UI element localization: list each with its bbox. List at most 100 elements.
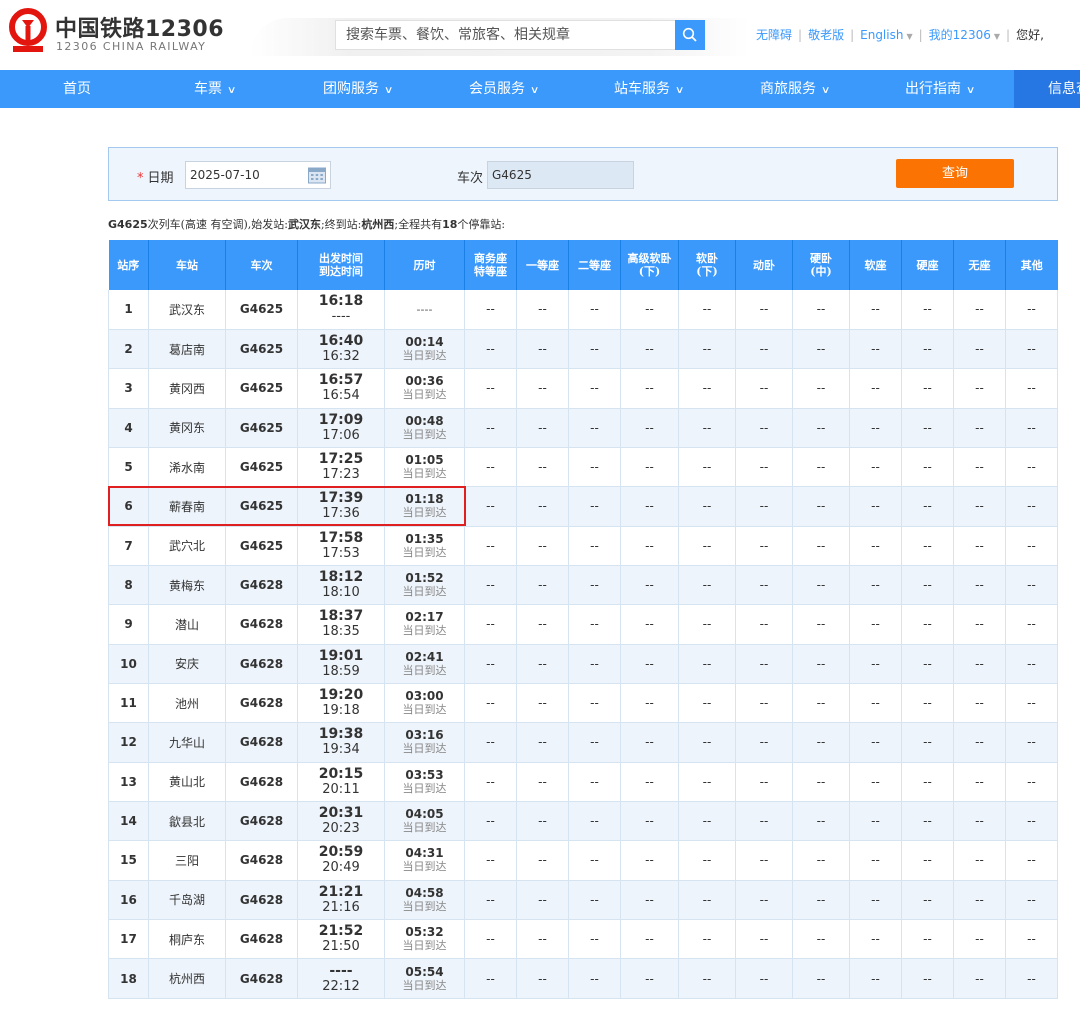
table-row[interactable]: 4 黄冈东 G4625 17:09 17:06 00:48 当日到达 -- -- -- -- -- --… <box>108 408 1058 448</box>
stop-seq: 1 <box>108 290 149 330</box>
nav-item-guide[interactable]: 出行指南 ∨ <box>905 70 975 108</box>
departure-time: 21:52 <box>318 923 364 940</box>
seat-value: -- <box>871 892 880 907</box>
seat-availability: -- <box>901 683 954 724</box>
query-button[interactable]: 查询 <box>896 159 1014 188</box>
link-english[interactable]: English <box>860 28 903 42</box>
seat-availability: -- <box>953 486 1006 527</box>
table-row[interactable]: 5 浠水南 G4625 17:25 17:23 01:05 当日到达 -- -- -- -- -- --… <box>108 447 1058 488</box>
seat-availability: -- <box>792 644 850 684</box>
arrival-day: 当日到达 <box>402 860 447 874</box>
seat-availability: -- <box>901 919 954 960</box>
station-name: 武汉东 <box>148 290 226 330</box>
departure-time: 16:40 <box>318 333 364 350</box>
seat-value: -- <box>871 696 880 711</box>
nav-item-home[interactable]: 首页 <box>63 70 91 108</box>
table-row[interactable]: 6 蕲春南 G4625 17:39 17:36 01:18 当日到达 -- -- -- -- -- --… <box>108 486 1058 527</box>
table-row[interactable]: 15 三阳 G4628 20:59 20:49 04:31 当日到达 -- -- -- -- -- --… <box>108 840 1058 881</box>
nav-item-station[interactable]: 站车服务 ∨ <box>614 70 684 108</box>
table-row[interactable]: 13 黄山北 G4628 20:15 20:11 03:53 当日到达 -- -- -- -- -- -… <box>108 762 1058 802</box>
table-row[interactable]: 11 池州 G4628 19:20 19:18 03:00 当日到达 -- -- -- -- -- --… <box>108 683 1058 724</box>
seat-value: -- <box>759 578 769 593</box>
date-field[interactable]: 2025-07-10 <box>185 161 331 189</box>
table-row[interactable]: 3 黄冈西 G4625 16:57 16:54 00:36 当日到达 -- -- -- -- -- --… <box>108 368 1058 409</box>
arrival-day: 当日到达 <box>402 663 447 677</box>
seat-value: -- <box>816 696 826 711</box>
duration-value: 01:52 <box>405 571 444 586</box>
seat-availability: -- <box>678 447 736 488</box>
table-row[interactable]: 12 九华山 G4628 19:38 19:34 03:16 当日到达 -- -- -- -- -- -… <box>108 722 1058 763</box>
seat-value: -- <box>590 578 599 593</box>
seat-value: -- <box>590 302 599 317</box>
stop-seq: 13 <box>108 762 149 802</box>
table-row[interactable]: 14 歙县北 G4628 20:31 20:23 04:05 当日到达 -- -- -- -- -- -… <box>108 801 1058 842</box>
nav-item-business[interactable]: 商旅服务 ∨ <box>760 70 831 108</box>
train-number-value: G4625 <box>239 538 284 553</box>
seat-value: -- <box>975 302 984 317</box>
table-row[interactable]: 18 杭州西 G4628 ---- 22:12 05:54 当日到达 -- -- -- -- -- --… <box>108 958 1058 999</box>
seat-value: -- <box>538 420 547 435</box>
nav-item-member[interactable]: 会员服务 ∨ <box>469 70 539 108</box>
seat-value: -- <box>702 499 712 514</box>
seat-availability: -- <box>953 958 1006 999</box>
station-name: 三阳 <box>148 840 226 881</box>
nav-item-group[interactable]: 团购服务 ∨ <box>323 70 393 108</box>
link-my-12306[interactable]: 我的12306 <box>929 26 991 43</box>
required-mark: * <box>137 171 144 186</box>
seat-availability: -- <box>464 447 517 488</box>
seat-availability: -- <box>568 526 621 566</box>
search-input[interactable] <box>336 21 676 49</box>
table-row[interactable]: 8 黄梅东 G4628 18:12 18:10 01:52 当日到达 -- -- -- -- -- --… <box>108 565 1058 606</box>
seat-value: -- <box>923 735 932 750</box>
seat-availability: -- <box>1005 329 1058 370</box>
seat-availability: -- <box>516 644 569 684</box>
china-railway-logo-icon[interactable] <box>8 8 48 54</box>
seat-availability: -- <box>516 526 569 566</box>
depart-arrive-time: 21:21 21:16 <box>297 880 385 921</box>
table-row[interactable]: 10 安庆 G4628 19:01 18:59 02:41 当日到达 -- -- -- -- -- --… <box>108 644 1058 684</box>
seat-value: -- <box>871 814 880 829</box>
seat-value: -- <box>975 696 984 711</box>
chevron-down-icon: ∨ <box>820 85 831 96</box>
search-button[interactable] <box>675 20 705 50</box>
seat-availability: -- <box>901 408 954 448</box>
seat-availability: -- <box>735 644 793 684</box>
logo-title[interactable]: 中国铁路12306 <box>55 11 224 43</box>
duration: 01:52 当日到达 <box>384 565 465 606</box>
caret-down-icon: ▼ <box>906 32 913 41</box>
train-number-field[interactable]: G4625 <box>487 161 634 189</box>
nav-label: 出行指南 <box>905 81 961 97</box>
duration-value: 00:48 <box>405 413 444 428</box>
seat-value: -- <box>486 656 495 671</box>
seat-availability: -- <box>1005 368 1058 409</box>
seat-value: -- <box>816 538 826 553</box>
table-row[interactable]: 16 千岛湖 G4628 21:21 21:16 04:58 当日到达 -- -- -- -- -- -… <box>108 880 1058 921</box>
table-row[interactable]: 9 潜山 G4628 18:37 18:35 02:17 当日到达 -- -- -- -- -- -- -… <box>108 604 1058 645</box>
column-header: 出发时间 到达时间 <box>297 240 385 290</box>
table-row[interactable]: 17 桐庐东 G4628 21:52 21:50 05:32 当日到达 -- -- -- -- -- -… <box>108 919 1058 960</box>
station-name-value: 武穴北 <box>168 539 205 554</box>
column-header: 无座 <box>953 240 1006 290</box>
seat-availability: -- <box>1005 958 1058 999</box>
column-header-label: 软卧 <box>696 252 718 265</box>
nav-item-tickets[interactable]: 车票 ∨ <box>194 70 236 108</box>
seat-value: -- <box>702 617 712 632</box>
station-name-value: 杭州西 <box>168 972 205 987</box>
seat-value: -- <box>590 853 599 868</box>
link-elderly-mode[interactable]: 敬老版 <box>808 26 844 43</box>
table-row[interactable]: 2 葛店南 G4625 16:40 16:32 00:14 当日到达 -- -- -- -- -- --… <box>108 329 1058 370</box>
calendar-icon[interactable] <box>307 165 327 185</box>
seat-availability: -- <box>735 486 793 527</box>
station-name-value: 蕲春南 <box>168 499 205 514</box>
seat-availability: -- <box>901 840 954 881</box>
link-accessibility[interactable]: 无障碍 <box>756 26 792 43</box>
station-name-value: 安庆 <box>174 657 199 672</box>
nav-item-info[interactable]: 信息查 <box>1014 70 1080 108</box>
seat-value: -- <box>486 696 495 711</box>
seat-value: -- <box>1027 617 1036 632</box>
seat-value: -- <box>486 853 495 868</box>
station-name: 黄冈东 <box>148 408 226 448</box>
table-row[interactable]: 1 武汉东 G4625 16:18 ---- ---- -- -- -- -- -- -- -- -- --… <box>108 290 1058 330</box>
table-row[interactable]: 7 武穴北 G4625 17:58 17:53 01:35 当日到达 -- -- -- -- -- --… <box>108 526 1058 566</box>
seat-availability: -- <box>620 840 679 881</box>
